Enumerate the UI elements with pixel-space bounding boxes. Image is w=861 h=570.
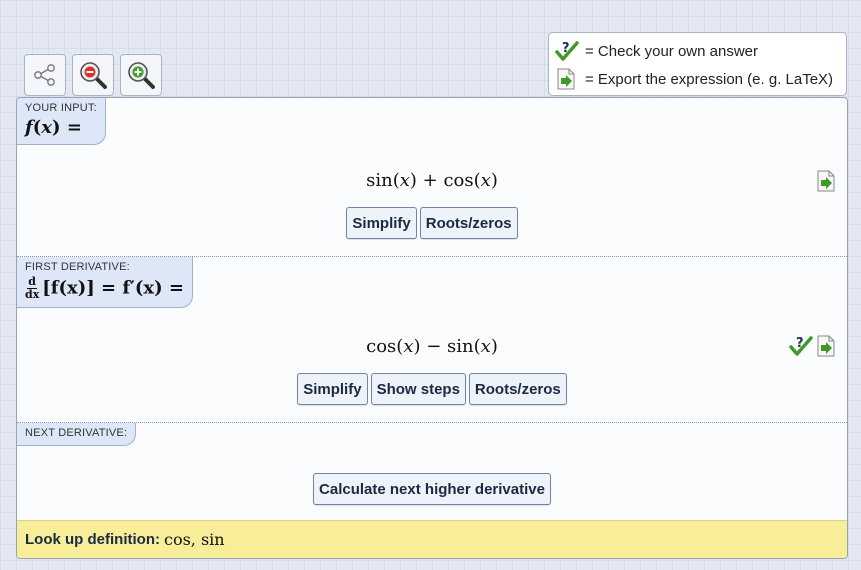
first-derivative-lhs: d dx [f(x)] = f′(x) =: [25, 275, 185, 301]
check-answer-icon: ?: [555, 41, 579, 61]
roots-zeros-button[interactable]: Roots/zeros: [468, 373, 567, 405]
input-tag: YOUR INPUT: f(x) =: [17, 98, 106, 145]
first-derivative-section: FIRST DERIVATIVE: d dx [f(x)] = f′(x) = co…: [17, 257, 847, 422]
svg-text:?: ?: [796, 336, 804, 351]
legend-export-row: = Export the expression (e. g. LaTeX): [555, 65, 840, 93]
zoom-in-button[interactable]: [120, 54, 162, 96]
svg-text:?: ?: [562, 41, 570, 56]
simplify-button[interactable]: Simplify: [346, 207, 417, 239]
next-derivative-button[interactable]: Calculate next higher derivative: [313, 473, 551, 505]
export-icon[interactable]: [815, 335, 837, 357]
legend-check-text: = Check your own answer: [585, 42, 758, 60]
input-section: YOUR INPUT: f(x) = sin(x) + cos(x) Simpl…: [17, 98, 847, 256]
first-derivative-side-icons: ?: [789, 335, 837, 357]
next-derivative-buttons: Calculate next higher derivative: [17, 473, 847, 505]
lookup-definition-bar: Look up definition: cos, sin: [17, 520, 847, 558]
legend-check-row: ? = Check your own answer: [555, 37, 840, 65]
first-derivative-buttons: Simplify Show steps Roots/zeros: [17, 373, 847, 405]
check-answer-icon[interactable]: ?: [789, 335, 813, 357]
input-label: YOUR INPUT:: [25, 102, 97, 114]
input-buttons: Simplify Roots/zeros: [17, 207, 847, 239]
legend-export-text: = Export the expression (e. g. LaTeX): [585, 70, 834, 88]
lookup-label: Look up definition:: [25, 531, 160, 548]
result-panel: YOUR INPUT: f(x) = sin(x) + cos(x) Simpl…: [16, 97, 848, 559]
input-side-icons: [815, 170, 837, 192]
lookup-functions[interactable]: cos, sin: [164, 530, 225, 549]
next-derivative-section: NEXT DERIVATIVE: Calculate next higher d…: [17, 423, 847, 521]
zoom-in-icon: [128, 62, 155, 89]
simplify-button[interactable]: Simplify: [297, 373, 368, 405]
icon-legend: ? = Check your own answer = Export the e…: [548, 32, 847, 96]
input-lhs: f(x) =: [25, 117, 82, 138]
zoom-out-icon: [80, 62, 107, 89]
first-derivative-tag: FIRST DERIVATIVE: d dx [f(x)] = f′(x) =: [17, 257, 194, 308]
zoom-out-button[interactable]: [72, 54, 114, 96]
show-steps-button[interactable]: Show steps: [370, 373, 466, 405]
share-icon: [34, 64, 55, 86]
next-derivative-label: NEXT DERIVATIVE:: [25, 427, 128, 439]
first-derivative-label: FIRST DERIVATIVE:: [25, 261, 130, 273]
first-derivative-expression: cos(x) − sin(x): [366, 336, 498, 357]
input-expression: sin(x) + cos(x): [366, 170, 498, 191]
share-button[interactable]: [24, 54, 66, 96]
export-icon[interactable]: [815, 170, 837, 192]
roots-zeros-button[interactable]: Roots/zeros: [419, 207, 518, 239]
next-derivative-tag: NEXT DERIVATIVE:: [17, 423, 137, 446]
export-icon: [557, 68, 575, 90]
